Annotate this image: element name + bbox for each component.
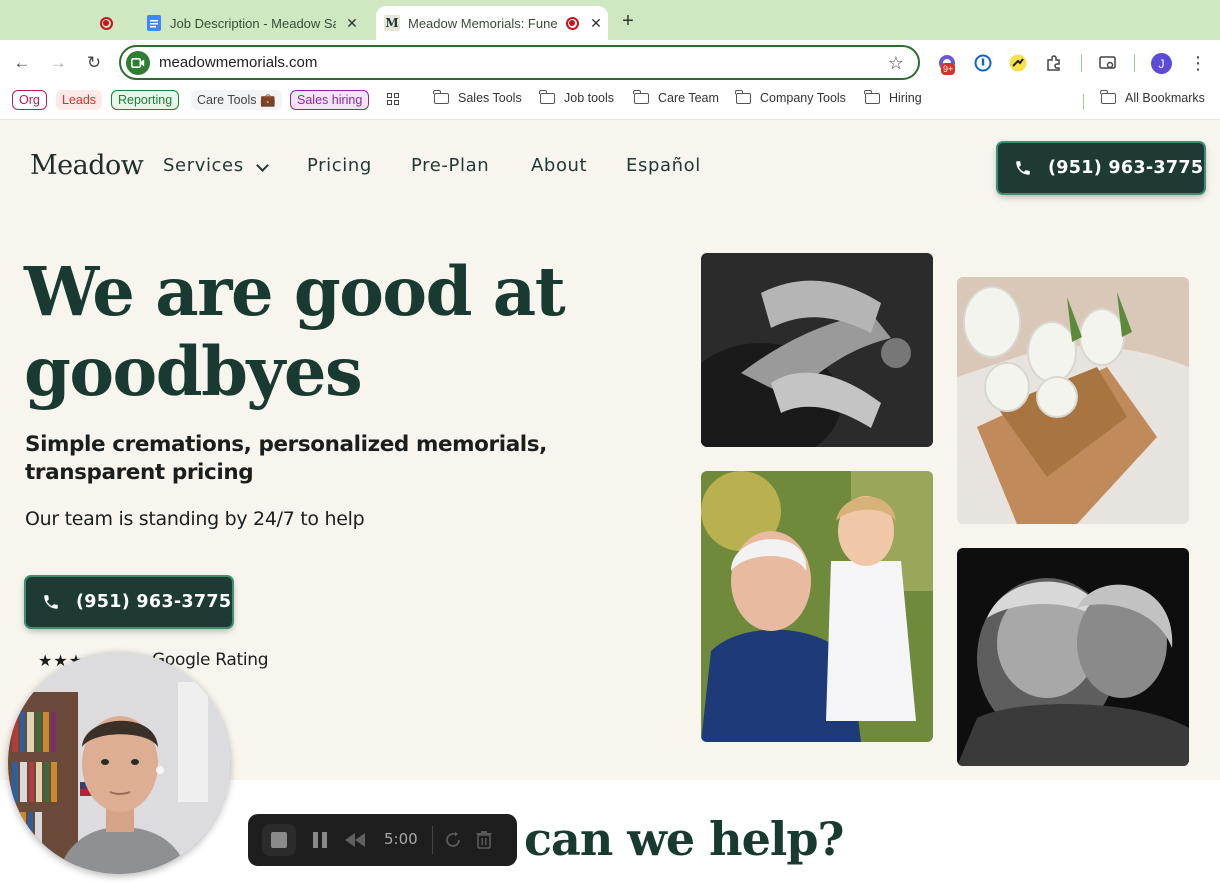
bookmark-folder-company-tools[interactable]: Company Tools (735, 89, 846, 105)
url-text: meadowmemorials.com (159, 54, 318, 71)
bookmark-chip-org[interactable]: Org (12, 90, 47, 110)
tab-search-icon[interactable] (1097, 52, 1119, 74)
profile-avatar[interactable]: J (1151, 53, 1172, 74)
phone-number: (951) 963-3775 (76, 592, 232, 612)
hero-title: We are good at goodbyes (24, 252, 566, 411)
folder-label: Job tools (564, 91, 615, 105)
site-logo[interactable]: Meadow (30, 150, 144, 181)
photo-grandmother-child (957, 548, 1189, 766)
stop-recording-button[interactable] (262, 824, 296, 856)
nav-pricing[interactable]: Pricing (307, 155, 372, 176)
photo-grandfather-child (701, 471, 933, 742)
hero-call-button[interactable]: (951) 963-3775 (26, 577, 232, 627)
kebab-menu-icon[interactable]: ⋮ (1187, 52, 1209, 74)
bookmark-chip-leads[interactable]: Leads (56, 90, 103, 110)
hero-note: Our team is standing by 24/7 to help (25, 508, 365, 530)
restart-icon[interactable] (444, 830, 462, 850)
folder-icon (539, 89, 555, 104)
extension-bolt-icon[interactable] (1007, 52, 1029, 74)
tab-strip: Job Description - Meadow Sa ✕ M Meadow M… (0, 0, 1220, 40)
tab-title: Meadow Memorials: Fune (408, 15, 558, 31)
nav-espanol[interactable]: Español (626, 155, 701, 176)
folder-icon (735, 89, 751, 104)
meadow-m-icon: M (384, 15, 400, 31)
recording-timer: 5:00 (384, 830, 418, 848)
folder-label: Care Team (658, 91, 719, 105)
stop-icon (271, 832, 287, 848)
password-manager-icon[interactable] (972, 52, 994, 74)
bookmark-star-icon[interactable]: ☆ (888, 53, 904, 74)
folder-label: Hiring (889, 91, 922, 105)
tab-recording[interactable] (98, 6, 128, 40)
extensions-puzzle-icon[interactable] (1043, 52, 1065, 74)
recording-control-bar: 5:00 (248, 814, 517, 866)
photo-holding-hands (701, 253, 933, 447)
address-bar[interactable]: meadowmemorials.com ☆ (119, 45, 920, 80)
extension-badge: 9+ (941, 63, 956, 75)
folder-label: All Bookmarks (1125, 91, 1205, 105)
nav-pre-plan[interactable]: Pre-Plan (411, 155, 489, 176)
phone-icon (44, 595, 58, 609)
tab-meadow-memorials[interactable]: M Meadow Memorials: Fune ✕ (376, 6, 608, 40)
nav-services[interactable]: Services (163, 155, 244, 176)
record-icon (564, 15, 580, 31)
toolbar-divider (1081, 54, 1082, 72)
new-tab-icon[interactable]: + (618, 10, 638, 33)
folder-icon (864, 89, 880, 104)
hero-subtitle: Simple cremations, personalized memorial… (25, 432, 547, 485)
delete-icon[interactable] (476, 830, 492, 850)
bookmarks-bar: Org Leads Reporting Care Tools 💼 Sales h… (0, 86, 1220, 120)
bookmark-chip-reporting[interactable]: Reporting (111, 90, 180, 110)
forward-icon[interactable]: → (46, 51, 70, 75)
back-icon[interactable]: ← (10, 51, 34, 75)
folder-label: Sales Tools (458, 91, 522, 105)
close-icon[interactable]: ✕ (344, 15, 360, 32)
bookmark-folder-sales-tools[interactable]: Sales Tools (433, 89, 522, 105)
pause-icon[interactable] (312, 830, 328, 850)
browser-toolbar: ← → ↻ meadowmemorials.com ☆ 9+ J ⋮ (0, 40, 1220, 86)
bookmark-chip-sales-hiring[interactable]: Sales hiring (290, 90, 370, 110)
tab-job-description[interactable]: Job Description - Meadow Sa ✕ (140, 6, 370, 40)
phone-icon (1016, 161, 1030, 175)
bookmark-all-bookmarks[interactable]: All Bookmarks (1100, 89, 1205, 105)
bookmark-folder-hiring[interactable]: Hiring (864, 89, 922, 105)
camera-icon (126, 50, 150, 75)
bookmark-chip-care-tools[interactable]: Care Tools 💼 (191, 90, 282, 110)
record-icon (98, 15, 114, 31)
folder-icon (1100, 89, 1116, 104)
close-icon[interactable]: ✕ (588, 15, 604, 32)
chevron-down-icon[interactable] (256, 159, 269, 172)
phone-number: (951) 963-3775 (1048, 158, 1204, 178)
bookmarks-divider (1083, 94, 1084, 110)
recorder-divider (432, 826, 433, 854)
rewind-icon[interactable] (344, 830, 366, 850)
toolbar-divider (1134, 54, 1135, 72)
tab-title: Job Description - Meadow Sa (170, 15, 336, 31)
bookmark-folder-job-tools[interactable]: Job tools (539, 89, 615, 105)
section-title: can we help? (524, 812, 844, 866)
header-call-button[interactable]: (951) 963-3775 (998, 143, 1204, 193)
nav-about[interactable]: About (531, 155, 587, 176)
photo-tulips (957, 277, 1189, 524)
apps-grid-icon[interactable] (387, 93, 399, 105)
reload-icon[interactable]: ↻ (82, 51, 106, 75)
folder-icon (633, 89, 649, 104)
webcam-bubble[interactable] (8, 652, 230, 874)
docs-icon (146, 15, 162, 31)
folder-label: Company Tools (760, 91, 846, 105)
bookmark-folder-care-team[interactable]: Care Team (633, 89, 719, 105)
folder-icon (433, 89, 449, 104)
